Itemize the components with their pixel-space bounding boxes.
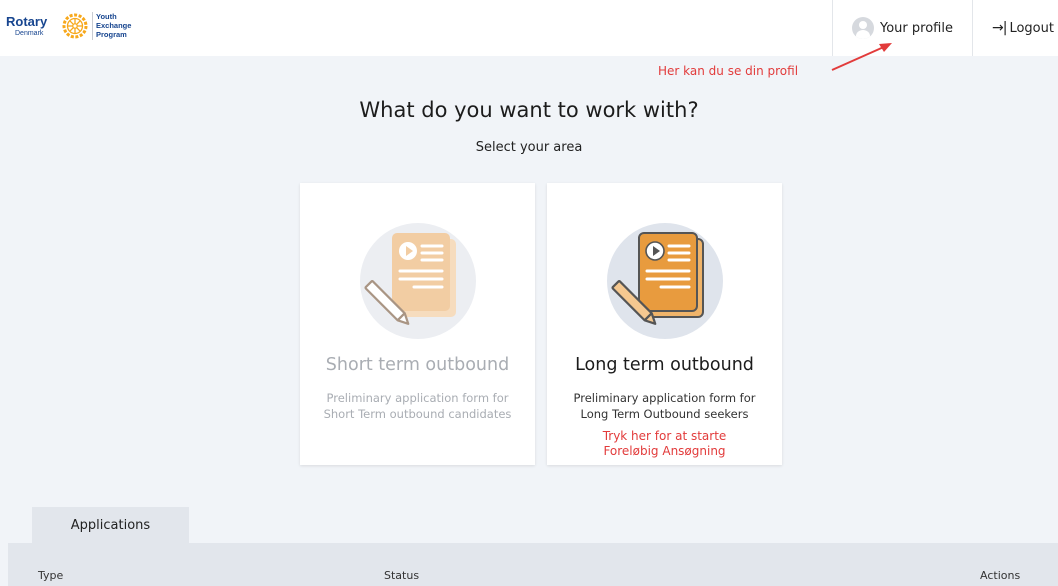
logo-brand: Rotary	[6, 14, 48, 29]
card-description-line: Preliminary application form for	[326, 391, 509, 405]
logout-icon: →|	[992, 20, 1007, 36]
document-pencil-icon	[607, 223, 723, 339]
your-profile-label: Your profile	[880, 20, 953, 36]
logo-program-line: Exchange	[96, 21, 132, 30]
logout-button[interactable]: →| Logout	[972, 0, 1058, 56]
logo-country: Denmark	[15, 30, 44, 37]
applications-table: Type Status Actions	[8, 543, 1058, 586]
annotation-line: Tryk her for at starte	[602, 429, 727, 443]
page-title: What do you want to work with?	[359, 98, 699, 122]
page-subtitle: Select your area	[475, 140, 583, 155]
logo-program-name: Youth Exchange Program	[96, 12, 131, 39]
long-term-outbound-card[interactable]: Long term outbound Preliminary applicati…	[547, 183, 782, 465]
card-description-line: Short Term outbound candidates	[323, 407, 512, 421]
short-term-outbound-card[interactable]: Short term outbound Preliminary applicat…	[300, 183, 535, 465]
avatar-icon	[852, 17, 874, 39]
card-description-line: Preliminary application form for	[573, 391, 756, 405]
card-description: Preliminary application form for Short T…	[310, 390, 525, 422]
card-title: Long term outbound	[575, 355, 754, 375]
profile-annotation: Her kan du se din profil	[658, 64, 799, 78]
top-navigation-bar: Rotary Denmark Youth Exchange Program Yo…	[0, 0, 1058, 56]
rotary-logo[interactable]: Rotary Denmark Youth Exchange Program	[6, 6, 146, 46]
long-term-annotation: Tryk her for at starte Foreløbig Ansøgni…	[557, 429, 772, 459]
tab-applications[interactable]: Applications	[32, 507, 189, 543]
logo-program-line: Youth	[96, 12, 117, 21]
logo-program-line: Program	[96, 30, 127, 39]
card-description: Preliminary application form for Long Te…	[557, 390, 772, 422]
card-description-line: Long Term Outbound seekers	[580, 407, 749, 421]
column-header-type[interactable]: Type	[38, 569, 63, 582]
rotary-wheel-icon	[62, 13, 88, 39]
logout-label: Logout	[1009, 20, 1054, 36]
column-header-actions: Actions	[980, 569, 1021, 582]
card-title: Short term outbound	[325, 355, 510, 375]
column-header-status[interactable]: Status	[384, 569, 419, 582]
document-pencil-icon	[360, 223, 476, 339]
annotation-arrow-icon	[831, 43, 892, 71]
logo-divider	[92, 12, 93, 40]
annotation-line: Foreløbig Ansøgning	[603, 444, 726, 458]
